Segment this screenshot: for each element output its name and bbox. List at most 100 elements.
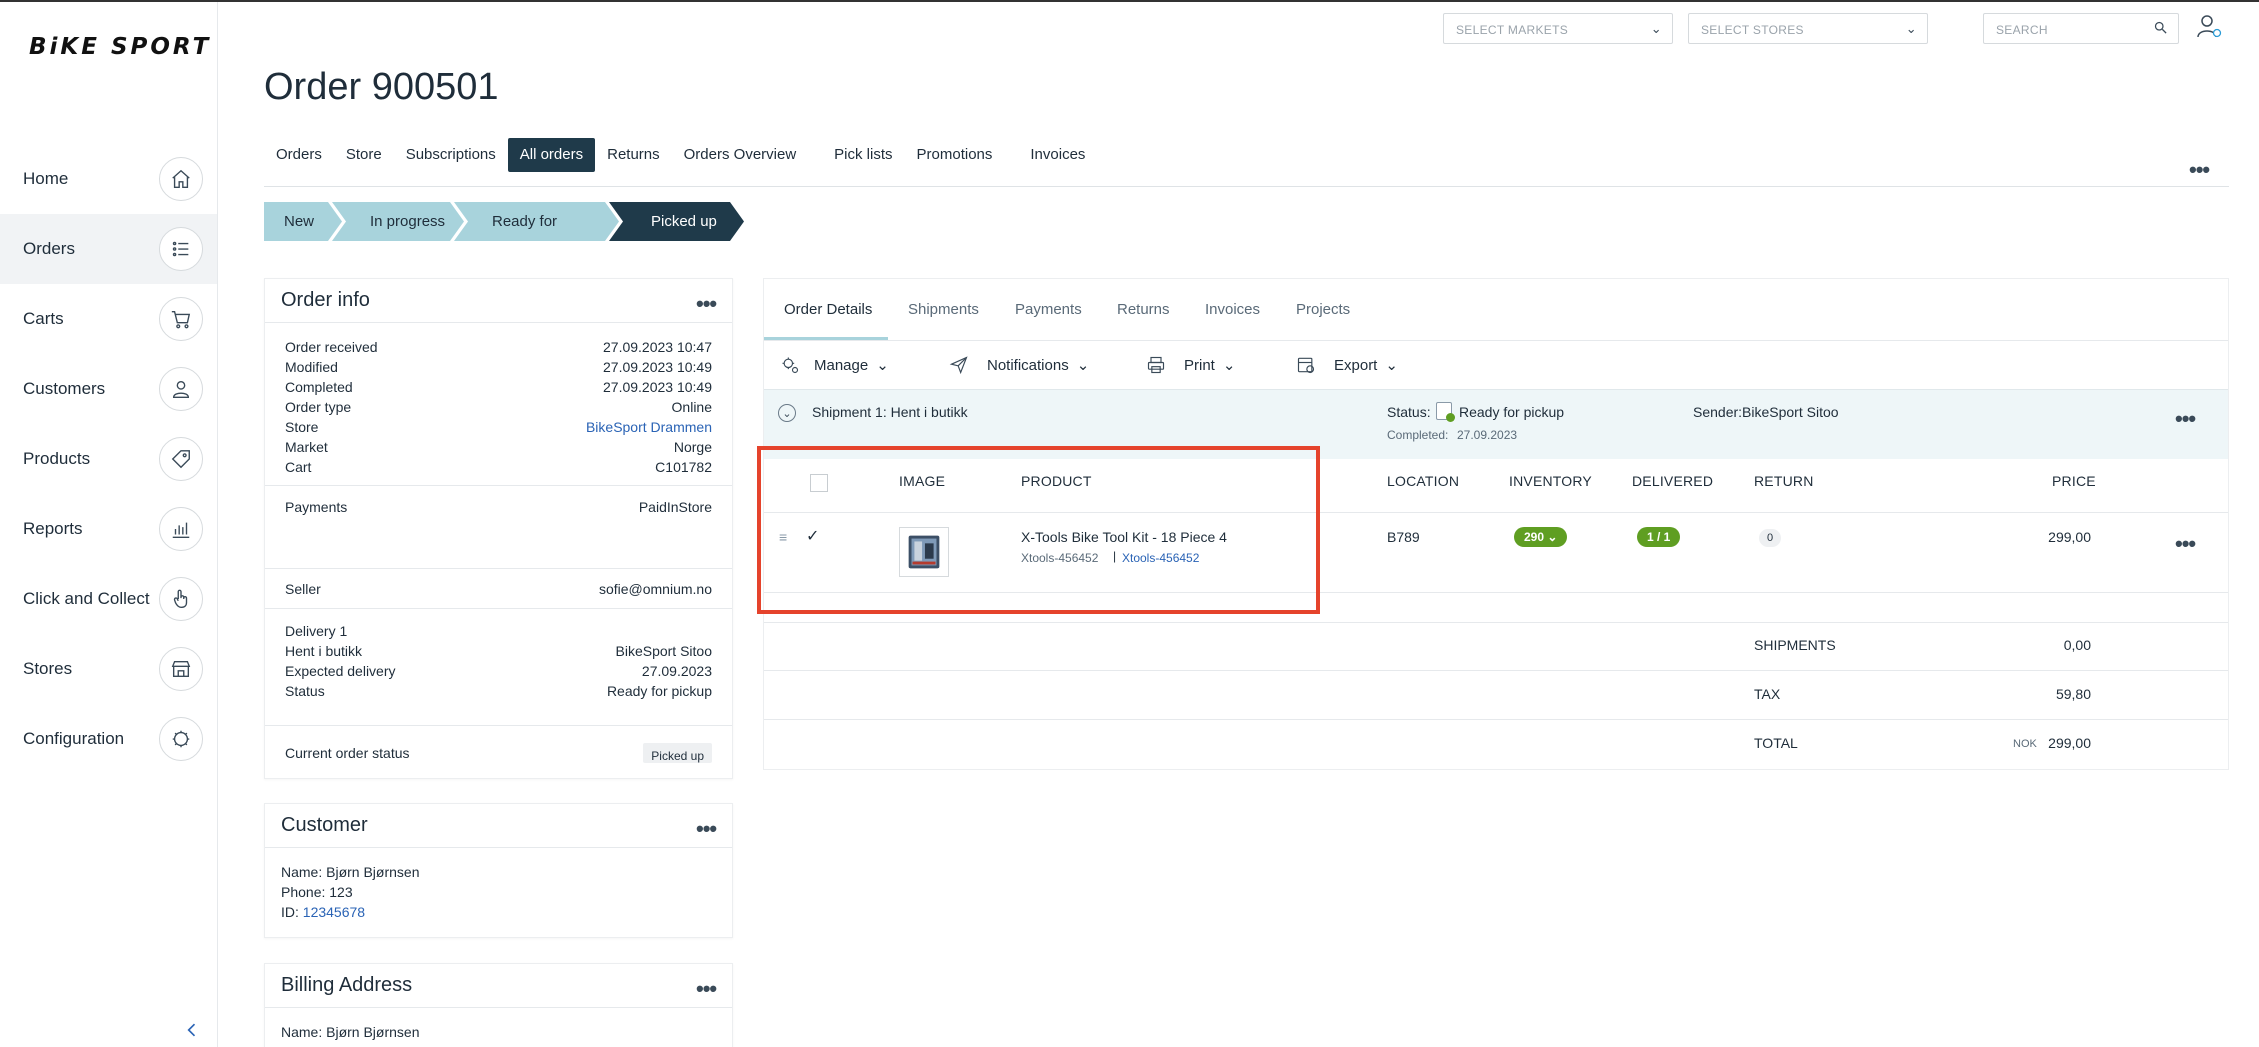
sidebar-item-stores[interactable]: Stores: [0, 634, 217, 704]
row-more-icon[interactable]: •••: [2175, 533, 2196, 555]
tab-promotions[interactable]: Promotions: [905, 138, 1005, 172]
shipments-value: 0,00: [2063, 637, 2091, 653]
tab-orders[interactable]: Orders: [264, 138, 334, 172]
column-header-delivered: DELIVERED: [1632, 473, 1714, 489]
tab-invoices[interactable]: Invoices: [1205, 301, 1260, 318]
pickup-status-icon: [1436, 402, 1455, 422]
store-link[interactable]: BikeSport Drammen: [586, 417, 712, 437]
expand-toggle-icon[interactable]: ⌄: [778, 404, 796, 422]
order-info-card: Order info ••• Order received 27.09.2023 …: [264, 278, 733, 779]
order-info-more-icon[interactable]: •••: [696, 293, 717, 315]
stores-select-placeholder: SELECT STORES: [1701, 23, 1804, 37]
status-stepper: New In progress Ready for pickup Picked …: [264, 202, 734, 241]
tax-label: TAX: [1754, 686, 1781, 702]
drag-handle-icon[interactable]: ≡: [779, 529, 787, 545]
customer-id-link[interactable]: 12345678: [303, 904, 365, 920]
home-icon: [159, 157, 203, 201]
product-sku: Xtools-456452: [1021, 551, 1099, 565]
tab-order-details[interactable]: Order Details: [784, 301, 872, 318]
sidebar-item-configuration[interactable]: Configuration: [0, 704, 217, 774]
shipment-completed-value: 27.09.2023: [1457, 428, 1518, 442]
sidebar-item-home[interactable]: Home: [0, 144, 217, 214]
shipment-completed-label: Completed:: [1387, 428, 1449, 442]
row-checkbox-checked[interactable]: ✓: [806, 526, 819, 546]
sidebar-item-reports[interactable]: Reports: [0, 494, 217, 564]
select-all-checkbox[interactable]: [810, 474, 828, 492]
account-icon[interactable]: [2196, 13, 2222, 39]
chevron-down-icon: ⌄: [876, 357, 889, 374]
total-value: 299,00: [2048, 735, 2091, 751]
sidebar-item-label: Products: [23, 449, 91, 468]
stores-select[interactable]: SELECT STORES ⌄: [1688, 13, 1928, 44]
tab-subscriptions[interactable]: Subscriptions: [394, 138, 508, 172]
sidebar-item-label: Stores: [23, 659, 73, 678]
tab-returns[interactable]: Returns: [595, 138, 672, 172]
column-header-return: RETURN: [1754, 473, 1814, 489]
column-header-location: LOCATION: [1387, 473, 1460, 489]
search-icon[interactable]: [2153, 20, 2168, 38]
customer-more-icon[interactable]: •••: [696, 818, 717, 840]
markets-select[interactable]: SELECT MARKETS ⌄: [1443, 13, 1673, 44]
page-more-icon[interactable]: •••: [2189, 159, 2210, 181]
product-thumbnail[interactable]: [899, 527, 949, 577]
customer-id: ID: 12345678: [281, 904, 366, 920]
chevron-down-icon: ⌄: [1385, 357, 1398, 374]
collapse-sidebar-icon[interactable]: [180, 1018, 204, 1042]
customer-name: Name: Bjørn Bjørnsen: [281, 864, 420, 880]
sidebar-item-orders[interactable]: Orders: [0, 214, 217, 284]
sidebar-item-label: Carts: [23, 309, 64, 328]
tab-returns[interactable]: Returns: [1117, 301, 1170, 318]
sidebar-item-customers[interactable]: Customers: [0, 354, 217, 424]
sidebar-item-products[interactable]: Products: [0, 424, 217, 494]
store-row: Store BikeSport Drammen: [285, 417, 712, 437]
product-name[interactable]: X-Tools Bike Tool Kit - 18 Piece 4: [1021, 529, 1227, 545]
brand-logo[interactable]: BiKE SPORT: [29, 34, 211, 60]
print-button[interactable]: Print ⌄: [1146, 355, 1235, 375]
tab-invoices[interactable]: Invoices: [1018, 138, 1097, 172]
order-details-panel: Order Details Shipments Payments Returns…: [763, 278, 2229, 770]
tab-all-orders[interactable]: All orders: [507, 138, 596, 172]
tab-shipments[interactable]: Shipments: [908, 301, 979, 318]
tab-store[interactable]: Store: [334, 138, 394, 172]
sidebar-item-label: Click and Collect: [23, 589, 150, 608]
chevron-down-icon: ⌄: [1650, 21, 1662, 36]
user-icon: [159, 367, 203, 411]
sidebar-item-label: Customers: [23, 379, 106, 398]
step-in-progress: In progress: [332, 202, 464, 241]
step-picked-up: Picked up: [609, 202, 744, 241]
column-header-price: PRICE: [2052, 473, 2096, 489]
sidebar-item-click-and-collect[interactable]: Click and Collect: [0, 564, 217, 634]
card-title: Order info: [281, 289, 370, 311]
sidebar-item-label: Configuration: [23, 729, 125, 748]
search-input[interactable]: SEARCH: [1983, 13, 2179, 44]
seller-row: Seller sofie@omnium.no: [285, 581, 712, 597]
card-title: Billing Address: [281, 974, 413, 996]
notifications-button[interactable]: Notifications ⌄: [949, 355, 1089, 375]
tab-payments[interactable]: Payments: [1015, 301, 1082, 318]
current-order-status-row: Current order status Picked up: [285, 743, 712, 763]
export-button[interactable]: Export ⌄: [1296, 355, 1398, 375]
order-tabs: Orders Store Subscriptions All orders Re…: [264, 138, 1097, 172]
order-type-row: Order type Online: [285, 399, 712, 415]
customer-card: Customer ••• Name: Bjørn Bjørnsen Phone:…: [264, 803, 733, 938]
tab-pick-lists[interactable]: Pick lists: [822, 138, 904, 172]
product-sku-link[interactable]: Xtools-456452: [1122, 551, 1199, 565]
tab-projects[interactable]: Projects: [1296, 301, 1350, 318]
column-header-product: PRODUCT: [1021, 473, 1092, 489]
delivery-method-row: Hent i butikk BikeSport Sitoo: [285, 643, 712, 659]
inventory-badge[interactable]: 290 ⌄: [1514, 527, 1568, 547]
store-icon: [159, 647, 203, 691]
shipment-more-icon[interactable]: •••: [2175, 408, 2196, 430]
product-price: 299,00: [2048, 529, 2091, 545]
gear-icon: [782, 357, 799, 374]
page-title: Order 900501: [264, 66, 499, 108]
expected-delivery-row: Expected delivery 27.09.2023: [285, 663, 712, 679]
customer-phone: Phone: 123: [281, 884, 353, 900]
markets-select-placeholder: SELECT MARKETS: [1456, 23, 1569, 37]
manage-button[interactable]: Manage ⌄: [780, 355, 889, 375]
tab-orders-overview[interactable]: Orders Overview: [672, 138, 809, 172]
billing-more-icon[interactable]: •••: [696, 978, 717, 1000]
sidebar-item-carts[interactable]: Carts: [0, 284, 217, 354]
tabs-divider: [264, 186, 2229, 187]
sidebar: BiKE SPORT Home Orders Carts Customers P…: [0, 2, 218, 1047]
